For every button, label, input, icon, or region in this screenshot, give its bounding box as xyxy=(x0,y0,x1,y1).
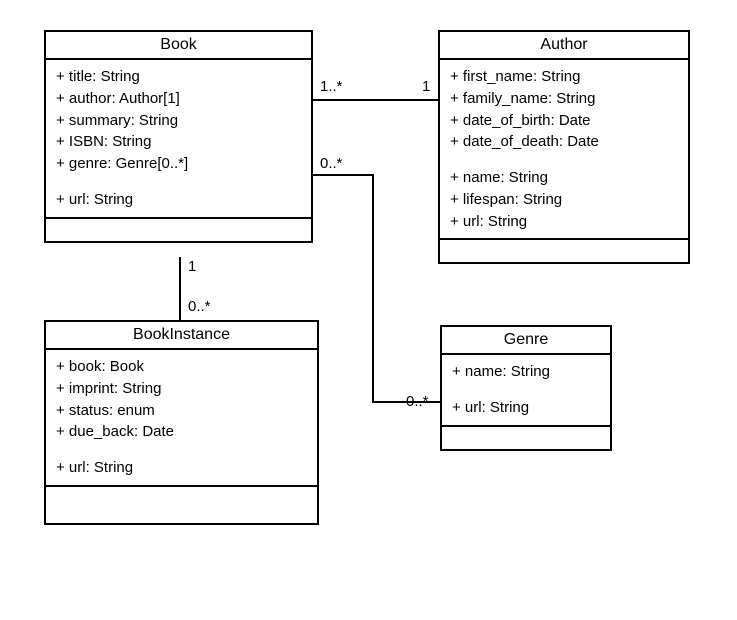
multiplicity-book-bookinstance-bottom: 0..* xyxy=(188,298,211,315)
class-bookinstance-operations xyxy=(46,487,317,523)
attr: + url: String xyxy=(56,457,307,479)
class-bookinstance: BookInstance + book: Book + imprint: Str… xyxy=(44,320,319,525)
attr: + author: Author[1] xyxy=(56,88,301,110)
multiplicity-book-author-left: 1..* xyxy=(320,78,343,95)
attr: + due_back: Date xyxy=(56,421,307,443)
class-author: Author + first_name: String + family_nam… xyxy=(438,30,690,264)
class-bookinstance-attributes: + book: Book + imprint: String + status:… xyxy=(46,350,317,487)
class-book-operations xyxy=(46,219,311,241)
attr: + name: String xyxy=(452,361,600,383)
class-genre-attributes: + name: String + url: String xyxy=(442,355,610,427)
attr: + date_of_birth: Date xyxy=(450,110,678,132)
attr: + title: String xyxy=(56,66,301,88)
class-book: Book + title: String + author: Author[1]… xyxy=(44,30,313,243)
attr: + first_name: String xyxy=(450,66,678,88)
class-author-attributes: + first_name: String + family_name: Stri… xyxy=(440,60,688,240)
multiplicity-book-genre-top: 0..* xyxy=(320,155,343,172)
attr: + lifespan: String xyxy=(450,189,678,211)
attr: + family_name: String xyxy=(450,88,678,110)
class-book-title: Book xyxy=(46,32,311,60)
attr: + date_of_death: Date xyxy=(450,131,678,153)
uml-diagram: Book + title: String + author: Author[1]… xyxy=(0,0,737,620)
attr: + name: String xyxy=(450,167,678,189)
attr: + imprint: String xyxy=(56,378,307,400)
class-genre-title: Genre xyxy=(442,327,610,355)
class-bookinstance-title: BookInstance xyxy=(46,322,317,350)
class-genre-operations xyxy=(442,427,610,449)
attr: + book: Book xyxy=(56,356,307,378)
class-book-attributes: + title: String + author: Author[1] + su… xyxy=(46,60,311,219)
multiplicity-book-bookinstance-top: 1 xyxy=(188,258,196,275)
attr: + url: String xyxy=(450,211,678,233)
class-genre: Genre + name: String + url: String xyxy=(440,325,612,451)
multiplicity-book-author-right: 1 xyxy=(422,78,430,95)
class-author-title: Author xyxy=(440,32,688,60)
attr: + ISBN: String xyxy=(56,131,301,153)
attr: + url: String xyxy=(56,189,301,211)
attr: + summary: String xyxy=(56,110,301,132)
attr: + status: enum xyxy=(56,400,307,422)
multiplicity-book-genre-bottom: 0..* xyxy=(406,393,429,410)
class-author-operations xyxy=(440,240,688,262)
attr: + genre: Genre[0..*] xyxy=(56,153,301,175)
attr: + url: String xyxy=(452,397,600,419)
